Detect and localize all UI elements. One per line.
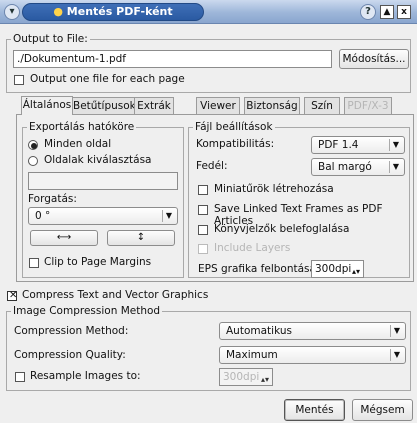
cancel-button[interactable]: Mégsem [352,399,413,421]
all-pages-label: Minden oldal [44,138,112,150]
chevron-down-icon: ▼ [390,325,403,337]
binding-select[interactable]: Bal margó ▼ [311,158,405,176]
rotation-select[interactable]: 0 ° ▼ [28,207,178,225]
fit-height-button[interactable]: ↕ [107,230,175,246]
compat-select[interactable]: PDF 1.4 ▼ [311,136,405,154]
change-path-button[interactable]: Módosítás... [339,49,409,69]
chevron-down-icon: ▼ [390,349,403,361]
close-button[interactable]: x [397,5,411,19]
chevron-down-icon: ▼ [389,139,402,151]
chevron-down-icon: ▼ [389,161,402,173]
tab-color[interactable]: Szín [304,97,340,115]
clip-margins-checkbox[interactable] [29,258,39,268]
include-layers-label: Include Layers [214,242,291,254]
choose-pages-label: Oldalak kiválasztása [44,154,152,166]
tab-fonts[interactable]: Betűtípusok [72,97,136,115]
compress-text-label: Compress Text and Vector Graphics [22,289,209,301]
thumbnails-checkbox[interactable] [198,185,208,195]
binding-value: Bal margó [318,161,372,173]
one-file-per-page-checkbox[interactable] [14,75,24,85]
export-range-legend: Exportálás hatóköre [29,121,135,133]
binding-label: Fedél: [196,160,228,172]
thumbnails-label: Miniatűrök létrehozása [214,183,334,195]
pages-input[interactable] [28,172,178,190]
bookmarks-checkbox[interactable] [198,225,208,235]
output-path-input[interactable]: ./Dokumentum-1.pdf [13,50,332,68]
compression-quality-label: Compression Quality: [14,349,126,361]
choose-pages-radio[interactable] [28,156,38,166]
clip-margins-label: Clip to Page Margins [44,256,152,268]
eps-resolution-value: 300dpi [315,263,352,275]
resample-label: Resample Images to: [30,370,141,382]
chevron-down-icon: ▼ [162,210,175,222]
tab-pdfx3[interactable]: PDF/X-3 [344,97,392,115]
compat-label: Kompatibilitás: [196,138,275,150]
tab-general[interactable]: Általános [21,96,73,115]
minimize-button[interactable]: ▲ [380,5,394,19]
vertical-arrows-icon: ↕ [136,232,146,243]
one-file-per-page-label: Output one file for each page [30,73,185,85]
spin-arrows-icon: ▴▾ [260,375,269,384]
bookmarks-label: Könyvjelzők belefoglalása [214,223,350,235]
compression-quality-select[interactable]: Maximum ▼ [219,346,406,364]
compression-method-value: Automatikus [226,325,292,337]
window-menu-button[interactable]: ▾ [4,4,20,20]
resample-value: 300dpi [223,371,260,383]
rotation-label: Forgatás: [28,193,77,205]
compat-value: PDF 1.4 [318,139,359,151]
save-button[interactable]: Mentés [284,399,345,421]
all-pages-radio[interactable] [28,140,38,150]
app-icon: ● [53,5,63,18]
rotation-value: 0 ° [35,210,51,222]
output-legend: Output to File: [13,33,88,45]
spin-arrows-icon: ▴▾ [351,267,360,276]
compression-method-label: Compression Method: [14,325,129,337]
resample-spinbox[interactable]: 300dpi ▴▾ [219,368,273,386]
tab-extras[interactable]: Extrák [134,97,174,115]
window-title: ● Mentés PDF-ként [22,3,204,21]
compress-text-checkbox[interactable] [7,291,17,301]
include-layers-checkbox[interactable] [198,244,208,254]
tab-security[interactable]: Biztonság [244,97,300,115]
fit-width-button[interactable]: ⟷ [30,230,98,246]
image-compression-legend: Image Compression Method [13,305,161,317]
file-settings-legend: Fájl beállítások [195,121,273,133]
compression-method-select[interactable]: Automatikus ▼ [219,322,406,340]
tab-viewer[interactable]: Viewer [196,97,240,115]
horizontal-arrows-icon: ⟷ [56,232,72,243]
eps-resolution-spinbox[interactable]: 300dpi ▴▾ [311,260,364,278]
compression-quality-value: Maximum [226,349,278,361]
linked-frames-checkbox[interactable] [198,205,208,215]
resample-checkbox[interactable] [15,372,25,382]
help-button[interactable]: ? [360,4,376,20]
eps-resolution-label: EPS grafika felbontása: [198,263,320,275]
